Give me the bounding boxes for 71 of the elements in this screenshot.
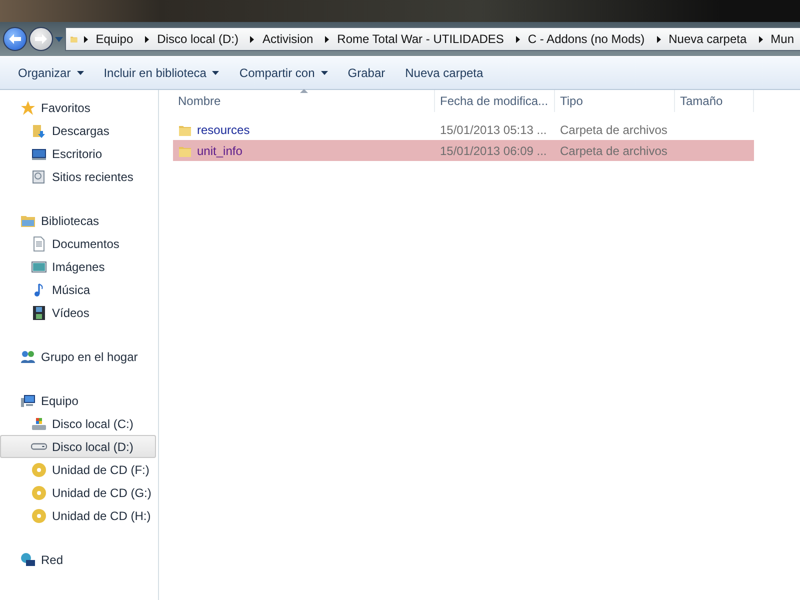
nav-item[interactable]: Escritorio — [0, 142, 156, 165]
breadcrumb-item[interactable]: C - Addons (no Mods) — [510, 32, 651, 46]
address-bar[interactable]: Equipo Disco local (D:) Activision Rome Total War - UTILIDADES C - Addons (no Mods) Nueva carpeta Mun — [65, 27, 800, 51]
toolbar-button[interactable]: Nueva carpeta — [395, 62, 494, 84]
computer-icon — [20, 392, 36, 408]
nav-item[interactable]: Unidad de CD (F:) — [0, 458, 156, 481]
nav-group[interactable]: Equipo — [0, 389, 156, 412]
nav-item[interactable]: Descargas — [0, 119, 156, 142]
recent-places-icon — [31, 168, 47, 184]
nav-item[interactable]: Documentos — [0, 232, 156, 255]
file-name: resources — [197, 122, 250, 136]
nav-group[interactable]: Favoritos — [0, 96, 156, 119]
nav-item[interactable]: Sitios recientes — [0, 165, 156, 188]
nav-item[interactable]: Unidad de CD (G:) — [0, 481, 156, 504]
nav-group[interactable]: Bibliotecas — [0, 209, 156, 232]
nav-item[interactable]: Disco local (D:) — [0, 435, 156, 458]
sort-arrow-icon — [300, 89, 308, 93]
nav-group[interactable]: Red — [0, 548, 156, 571]
disc-icon — [31, 484, 47, 500]
breadcrumb-item[interactable]: Disco local (D:) — [139, 32, 244, 46]
back-button[interactable] — [3, 27, 27, 51]
nav-item[interactable]: Disco local (C:) — [0, 412, 156, 435]
breadcrumb-arrow-icon — [145, 36, 150, 42]
type-cell-text: Carpeta de archivos — [559, 122, 668, 136]
breadcrumb-arrow-icon — [250, 36, 254, 42]
toolbar-button[interactable]: Compartir con — [229, 62, 338, 84]
nav-item[interactable]: Vídeos — [0, 301, 156, 324]
breadcrumb-arrow-icon — [656, 36, 661, 42]
breadcrumb-arrow-icon — [516, 36, 520, 42]
picture-icon — [31, 258, 47, 274]
people-icon — [20, 348, 36, 364]
breadcrumb-item[interactable]: Mun — [752, 32, 800, 46]
toolbar-button[interactable]: Organizar — [8, 62, 94, 84]
caret-icon — [212, 71, 220, 75]
date-cell-text: 15/01/2013 05:13 ... — [439, 122, 548, 136]
star-icon — [20, 100, 36, 116]
breadcrumb-arrow-icon — [84, 36, 88, 42]
date-cell-text: 15/01/2013 06:09 ... — [439, 144, 548, 158]
column-header[interactable]: Nombre — [173, 90, 435, 112]
right-arrow-icon — [35, 34, 47, 44]
breadcrumb-arrow-icon — [325, 36, 330, 42]
breadcrumb-item[interactable]: Rome Total War - UTILIDADES — [319, 32, 510, 46]
toolbar-button[interactable]: Grabar — [338, 62, 396, 84]
breadcrumb-arrow-icon — [758, 36, 763, 42]
network-globe-icon — [20, 552, 36, 568]
nav-item[interactable]: Música — [0, 278, 156, 301]
file-name: unit_info — [197, 144, 242, 158]
column-header[interactable]: Tipo — [555, 90, 675, 112]
disc-icon — [31, 508, 47, 524]
nav-item[interactable]: Unidad de CD (H:) — [0, 504, 156, 527]
breadcrumb-item[interactable]: Equipo — [78, 32, 140, 46]
toolbar-button[interactable]: Incluir en biblioteca — [94, 62, 230, 84]
caret-icon — [320, 71, 328, 75]
hard-drive-icon — [31, 443, 47, 450]
caret-icon — [76, 71, 84, 75]
file-row[interactable]: resources 15/01/2013 05:13 ... Carpeta de archivos — [173, 119, 754, 140]
file-row[interactable]: unit_info 15/01/2013 06:09 ... Carpeta de archivos — [173, 140, 754, 161]
nav-item[interactable]: Imágenes — [0, 255, 156, 278]
disc-icon — [31, 462, 47, 478]
breadcrumb-item[interactable]: Nueva carpeta — [650, 32, 753, 46]
folder-down-arrow-icon — [31, 122, 47, 138]
forward-button[interactable] — [29, 27, 53, 51]
nav-group[interactable]: Grupo en el hogar — [0, 345, 156, 368]
type-cell-text: Carpeta de archivos — [559, 144, 668, 158]
column-header[interactable]: Fecha de modifica... — [435, 90, 555, 112]
column-header[interactable]: Tamaño — [675, 90, 754, 112]
left-arrow-icon — [9, 34, 21, 44]
document-icon — [31, 236, 47, 252]
film-strip-icon — [31, 304, 47, 320]
system-drive-icon — [31, 416, 47, 432]
breadcrumb-item[interactable]: Activision — [244, 32, 320, 46]
